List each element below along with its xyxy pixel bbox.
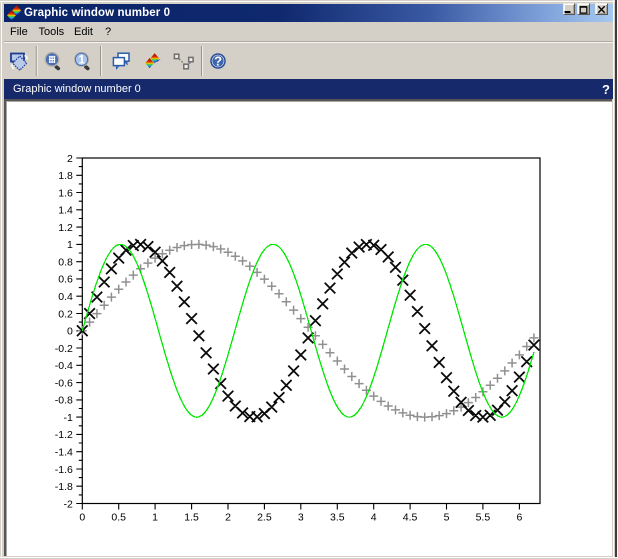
- svg-text:?: ?: [214, 54, 222, 69]
- svg-text:1: 1: [78, 55, 85, 67]
